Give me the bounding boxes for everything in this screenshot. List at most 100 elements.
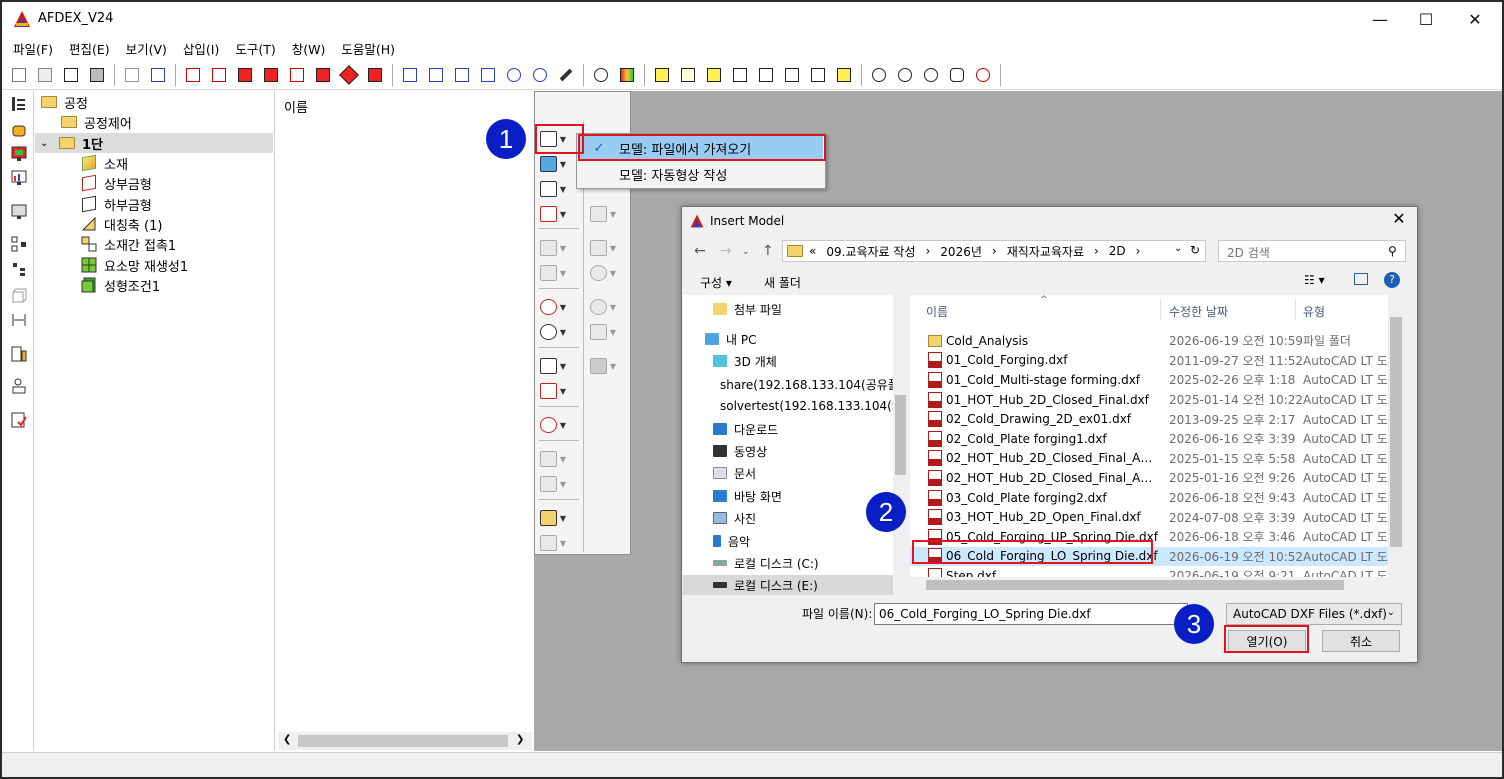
contact-tool[interactable]: ▼ <box>540 297 566 317</box>
menu-view[interactable]: 보기(V) <box>118 39 175 58</box>
refresh-icon[interactable]: ↻ <box>1190 243 1200 257</box>
tree-node-symmetry-axis[interactable]: 대칭축 (1) <box>80 214 162 234</box>
new-folder-button[interactable]: 새 폴더 <box>764 274 801 291</box>
checklist-icon[interactable] <box>10 411 28 429</box>
import-icon[interactable] <box>121 64 143 86</box>
file-row[interactable]: 02_Cold_Drawing_2D_ex01.dxf 2013-09-25 오후… <box>910 409 1399 429</box>
help-icon[interactable]: ? <box>1384 272 1400 288</box>
maximize-button[interactable]: ☐ <box>1403 6 1449 32</box>
rotate-1-icon[interactable] <box>399 64 421 86</box>
recent-dropdown-icon[interactable]: ⌄ <box>742 247 750 257</box>
node-select-icon[interactable] <box>10 235 28 253</box>
menu-file[interactable]: 파일(F) <box>5 39 61 58</box>
zoom-out-icon[interactable] <box>868 64 890 86</box>
tree-node-lower-die[interactable]: 하부금형 <box>80 194 152 214</box>
menu-window[interactable]: 창(W) <box>284 39 334 58</box>
rotate-6-icon[interactable] <box>529 64 551 86</box>
wrench-icon[interactable] <box>555 64 577 86</box>
zoom-reset-icon[interactable] <box>972 64 994 86</box>
file-row[interactable]: Cold_Analysis 2026-06-19 오전 10:59 파일 폴더 <box>910 331 1388 351</box>
hidden-view-icon[interactable] <box>781 64 803 86</box>
nav-item-downloads[interactable]: 다운로드 <box>713 419 778 439</box>
open-folder-icon[interactable] <box>34 64 56 86</box>
breadcrumb-item[interactable]: 2026년 <box>940 243 982 260</box>
wire-view-3-icon[interactable] <box>729 64 751 86</box>
nav-item-solvertest[interactable]: solvertest(192.168.133.104(Solv <box>713 396 903 416</box>
wire-view-2-icon[interactable] <box>703 64 725 86</box>
heat-tool[interactable]: ▼ <box>540 322 566 342</box>
file-row[interactable]: 05_Cold_Forging_UP_Spring Die.dxf 2026-06… <box>910 527 1399 547</box>
chevron-down-icon[interactable]: ⌄ <box>40 138 58 149</box>
filename-input[interactable]: 06_Cold_Forging_LO_Spring Die.dxf <box>874 603 1188 625</box>
dropdown-arrow-icon[interactable]: ▼ <box>560 135 566 144</box>
nav-item-documents[interactable]: 문서 <box>713 463 756 483</box>
address-bar[interactable]: « 09.교육자료 작성 › 2026년 › 재직자교육자료 › 2D › <box>782 240 1206 262</box>
grid-color-icon[interactable] <box>616 64 638 86</box>
nav-item-drive-e[interactable]: 로컬 디스크 (E:) <box>713 575 818 595</box>
dropdown-arrow-icon[interactable]: ▼ <box>560 387 566 396</box>
column-header-date[interactable]: 수정한 날짜 <box>1169 303 1228 320</box>
nav-item-this-pc[interactable]: 내 PC <box>705 329 756 349</box>
view-cube-4-icon[interactable] <box>260 64 282 86</box>
dropdown-arrow-icon[interactable]: ▼ <box>560 328 566 337</box>
rotate-2-icon[interactable] <box>425 64 447 86</box>
nav-scrollbar-thumb[interactable] <box>895 395 906 475</box>
tree-node-contact[interactable]: 소재간 접촉1 <box>80 234 176 254</box>
view-cube-2-icon[interactable] <box>208 64 230 86</box>
menu-tools[interactable]: 도구(T) <box>227 39 283 58</box>
material-tool[interactable]: ▼ <box>540 154 566 174</box>
scroll-right-icon[interactable]: ❯ <box>516 734 524 745</box>
address-dropdown-icon[interactable]: ⌄ <box>1174 243 1182 254</box>
breadcrumb-item[interactable]: 2D <box>1109 244 1126 258</box>
view-cube-8-icon[interactable] <box>364 64 386 86</box>
menu-insert[interactable]: 삽입(I) <box>175 39 227 58</box>
minimize-button[interactable]: — <box>1357 6 1403 32</box>
rotate-3-icon[interactable] <box>451 64 473 86</box>
tree-node-process-control[interactable]: 공정제어 <box>60 112 132 132</box>
scroll-left-icon[interactable]: ❮ <box>283 734 291 745</box>
list-column-name[interactable]: 이름 <box>284 97 308 116</box>
nav-item-pictures[interactable]: 사진 <box>713 508 756 528</box>
nav-item-3d-objects[interactable]: 3D 개체 <box>713 351 777 371</box>
tree-node-root[interactable]: 공정 <box>40 92 88 112</box>
layer-view-icon[interactable] <box>833 64 855 86</box>
export-icon[interactable] <box>147 64 169 86</box>
edit-tool[interactable]: ▼ <box>540 204 566 224</box>
mesh-tool[interactable]: ▼ <box>540 179 566 199</box>
tree-node-forming-condition[interactable]: 성형조건1 <box>80 275 160 295</box>
column-header-type[interactable]: 유형 <box>1303 303 1325 320</box>
new-file-icon[interactable] <box>8 64 30 86</box>
close-button[interactable]: ✕ <box>1452 6 1498 32</box>
back-arrow-icon[interactable]: ← <box>694 243 706 259</box>
zoom-fit-icon[interactable] <box>920 64 942 86</box>
wire-view-1-icon[interactable] <box>677 64 699 86</box>
tree-node-stage-1[interactable]: ⌄ 1단 <box>40 133 103 153</box>
tree-node-upper-die[interactable]: 상부금형 <box>80 173 152 193</box>
table-icon[interactable] <box>10 345 28 363</box>
cancel-button[interactable]: 취소 <box>1322 630 1400 652</box>
organize-button[interactable]: 구성 ▾ <box>700 274 732 291</box>
column-header-name[interactable]: 이름 <box>926 303 948 320</box>
tree-node-remesh[interactable]: 요소망 재생성1 <box>80 255 188 275</box>
up-arrow-icon[interactable]: ↑ <box>762 243 774 259</box>
file-row[interactable]: 01_Cold_Multi-stage forming.dxf 2025-02-2… <box>910 370 1399 390</box>
nav-item-share[interactable]: share(192.168.133.104(공유폴더 <box>713 374 903 394</box>
view-cube-3-icon[interactable] <box>234 64 256 86</box>
camera-icon[interactable] <box>590 64 612 86</box>
view-cube-6-icon[interactable] <box>312 64 334 86</box>
search-input[interactable]: 2D 검색 <box>1218 240 1406 262</box>
load-tool[interactable]: ▼ <box>540 415 566 435</box>
file-row[interactable]: 02_Cold_Plate forging1.dxf 2026-06-16 오후 … <box>910 429 1399 449</box>
file-row[interactable]: 06_Cold_Forging_LO_Spring Die.dxf 2026-06… <box>910 546 1399 567</box>
open-button[interactable]: 열기(O) <box>1228 630 1306 652</box>
dropdown-arrow-icon[interactable]: ▼ <box>560 185 566 194</box>
die-setup-tool[interactable]: ▼ <box>540 508 566 528</box>
forward-arrow-icon[interactable]: → <box>720 243 732 259</box>
file-row[interactable]: 03_Cold_Plate forging2.dxf 2026-06-18 오전 … <box>910 488 1399 508</box>
monitor-icon[interactable] <box>10 203 28 221</box>
solid-view-icon[interactable] <box>651 64 673 86</box>
node-tree-icon[interactable] <box>10 261 28 279</box>
user-icon[interactable] <box>10 377 28 395</box>
condition-tool[interactable]: ▼ <box>540 381 566 401</box>
view-cube-7-icon[interactable] <box>338 64 360 86</box>
